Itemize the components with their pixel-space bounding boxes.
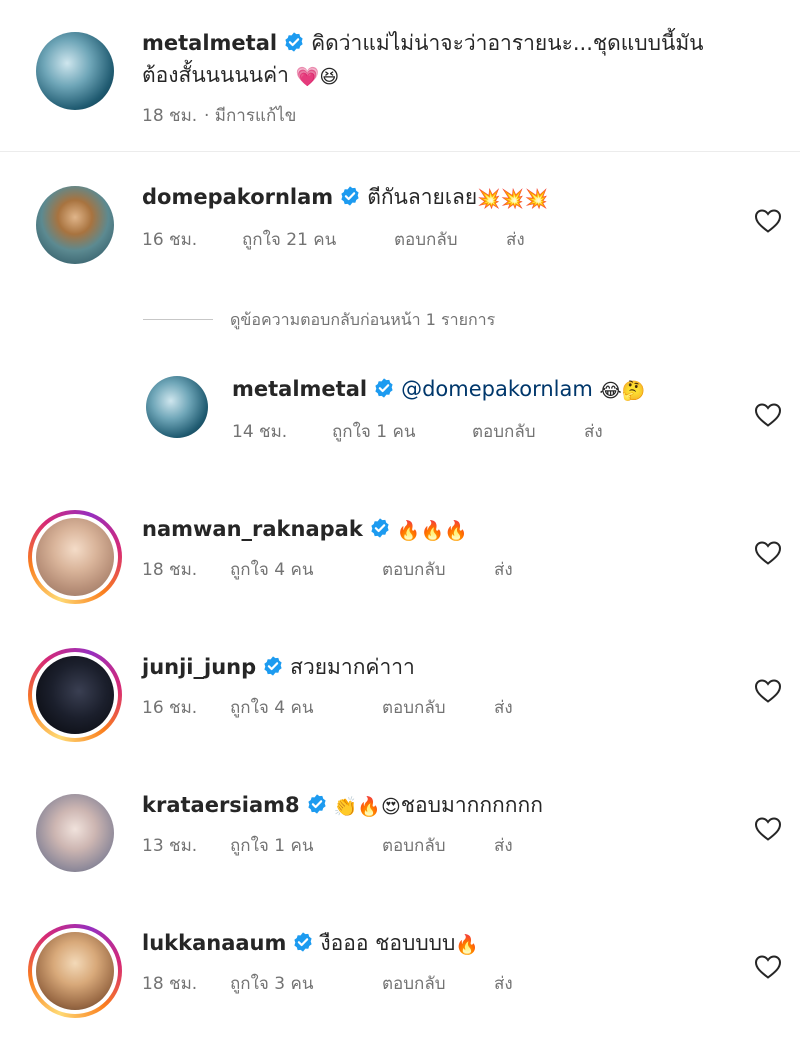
comment-meta: 18 ชม. ถูกใจ 4 คน ตอบกลับ ส่ง (142, 556, 562, 580)
emoji-group: 👏🔥😍 (333, 796, 401, 818)
verified-badge-icon (371, 518, 389, 538)
comment-text: สวยมากค่าาา (290, 655, 415, 679)
edited-label: · มีการแก้ไข (204, 106, 297, 126)
username[interactable]: metalmetal (142, 31, 277, 55)
caption-line: metalmetal คิดว่าแม่ไม่น่าจะว่าอารายนะ...… (142, 28, 704, 58)
avatar (36, 518, 114, 596)
reply-button[interactable]: ตอบกลับ (472, 418, 536, 445)
emoji-group: 🔥🔥🔥 (396, 520, 468, 542)
heart-icon[interactable] (754, 540, 782, 566)
likes-count[interactable]: ถูกใจ 4 คน (230, 694, 313, 721)
verified-badge-icon (341, 186, 359, 206)
reply-button[interactable]: ตอบกลับ (382, 970, 446, 997)
comment-line: krataersiam8 👏🔥😍ชอบมากกกกกก (142, 790, 543, 820)
heart-icon[interactable] (754, 208, 782, 234)
emoji-group: 😂🤔 (599, 380, 646, 402)
caption-line-2: ต้องสั้นนนนนค่า 💗😆 (142, 60, 339, 90)
likes-count[interactable]: ถูกใจ 1 คน (332, 418, 415, 445)
replies-line (143, 319, 213, 320)
comment-time: 16 ชม. (142, 230, 198, 250)
username[interactable]: metalmetal (232, 377, 367, 401)
likes-count[interactable]: ถูกใจ 3 คน (230, 970, 313, 997)
avatar (36, 932, 114, 1010)
username[interactable]: namwan_raknapak (142, 517, 363, 541)
username[interactable]: lukkanaaum (142, 931, 286, 955)
likes-count[interactable]: ถูกใจ 4 คน (230, 556, 313, 583)
comment-time: 18 ชม. (142, 106, 198, 126)
reply-button[interactable]: ตอบกลับ (394, 226, 458, 253)
avatar[interactable] (146, 376, 208, 438)
emoji-group: 💥💥💥 (477, 188, 549, 210)
comment-meta: 18 ชม. ถูกใจ 3 คน ตอบกลับ ส่ง (142, 970, 562, 994)
comment-time: 18 ชม. (142, 560, 198, 580)
send-button[interactable]: ส่ง (506, 226, 525, 253)
avatar[interactable] (36, 794, 114, 872)
story-ring-avatar[interactable] (28, 924, 122, 1018)
send-button[interactable]: ส่ง (584, 418, 603, 445)
heart-icon[interactable] (754, 954, 782, 980)
verified-badge-icon (264, 656, 282, 676)
comment-line: namwan_raknapak 🔥🔥🔥 (142, 514, 468, 544)
story-ring-avatar[interactable] (28, 648, 122, 742)
comment-meta: 16 ชม. ถูกใจ 21 คน ตอบกลับ ส่ง (142, 226, 562, 250)
comment-text-2: ต้องสั้นนนนนค่า (142, 63, 289, 87)
comment-time: 14 ชม. (232, 422, 288, 442)
heart-emoji: 💗 (295, 66, 320, 88)
heart-icon[interactable] (754, 402, 782, 428)
comment-meta: 14 ชม. ถูกใจ 1 คน ตอบกลับ ส่ง (232, 418, 652, 442)
comment-line: lukkanaaum งือออ ชอบบบบ🔥 (142, 928, 479, 958)
heart-icon[interactable] (754, 816, 782, 842)
username[interactable]: junji_junp (142, 655, 256, 679)
emoji-group: 🔥 (455, 934, 479, 956)
comment-text: คิดว่าแม่ไม่น่าจะว่าอารายนะ...ชุดแบบนี้ม… (311, 31, 704, 55)
verified-badge-icon (375, 378, 393, 398)
comment-meta: 16 ชม. ถูกใจ 4 คน ตอบกลับ ส่ง (142, 694, 562, 718)
avatar (36, 656, 114, 734)
reply-button[interactable]: ตอบกลับ (382, 832, 446, 859)
comment-text: ชอบมากกกกกก (400, 793, 543, 817)
mention-link[interactable]: @domepakornlam (401, 377, 593, 401)
verified-badge-icon (308, 794, 326, 814)
comment-line: junji_junp สวยมากค่าาา (142, 652, 415, 682)
heart-icon[interactable] (754, 678, 782, 704)
likes-count[interactable]: ถูกใจ 21 คน (242, 226, 336, 253)
reply-button[interactable]: ตอบกลับ (382, 694, 446, 721)
verified-badge-icon (285, 32, 303, 52)
comment-text: งือออ ชอบบบบ (320, 931, 456, 955)
comment-text: ตีกันลายเลย (367, 185, 478, 209)
username[interactable]: domepakornlam (142, 185, 333, 209)
send-button[interactable]: ส่ง (494, 970, 513, 997)
laugh-emoji: 😆 (319, 66, 340, 88)
view-previous-replies[interactable]: ดูข้อความตอบกลับก่อนหน้า 1 รายการ (230, 308, 495, 333)
divider (0, 151, 800, 152)
send-button[interactable]: ส่ง (494, 694, 513, 721)
comment-meta: 18 ชม. · มีการแก้ไข (142, 102, 442, 126)
comment-time: 13 ชม. (142, 836, 198, 856)
verified-badge-icon (294, 932, 312, 952)
story-ring-avatar[interactable] (28, 510, 122, 604)
comment-time: 18 ชม. (142, 974, 198, 994)
avatar[interactable] (36, 32, 114, 110)
likes-count[interactable]: ถูกใจ 1 คน (230, 832, 313, 859)
comment-meta: 13 ชม. ถูกใจ 1 คน ตอบกลับ ส่ง (142, 832, 562, 856)
send-button[interactable]: ส่ง (494, 832, 513, 859)
avatar[interactable] (36, 186, 114, 264)
reply-button[interactable]: ตอบกลับ (382, 556, 446, 583)
comment-time: 16 ชม. (142, 698, 198, 718)
comment-line: domepakornlam ตีกันลายเลย💥💥💥 (142, 182, 548, 212)
reply-line: metalmetal @domepakornlam 😂🤔 (232, 374, 645, 404)
send-button[interactable]: ส่ง (494, 556, 513, 583)
username[interactable]: krataersiam8 (142, 793, 300, 817)
